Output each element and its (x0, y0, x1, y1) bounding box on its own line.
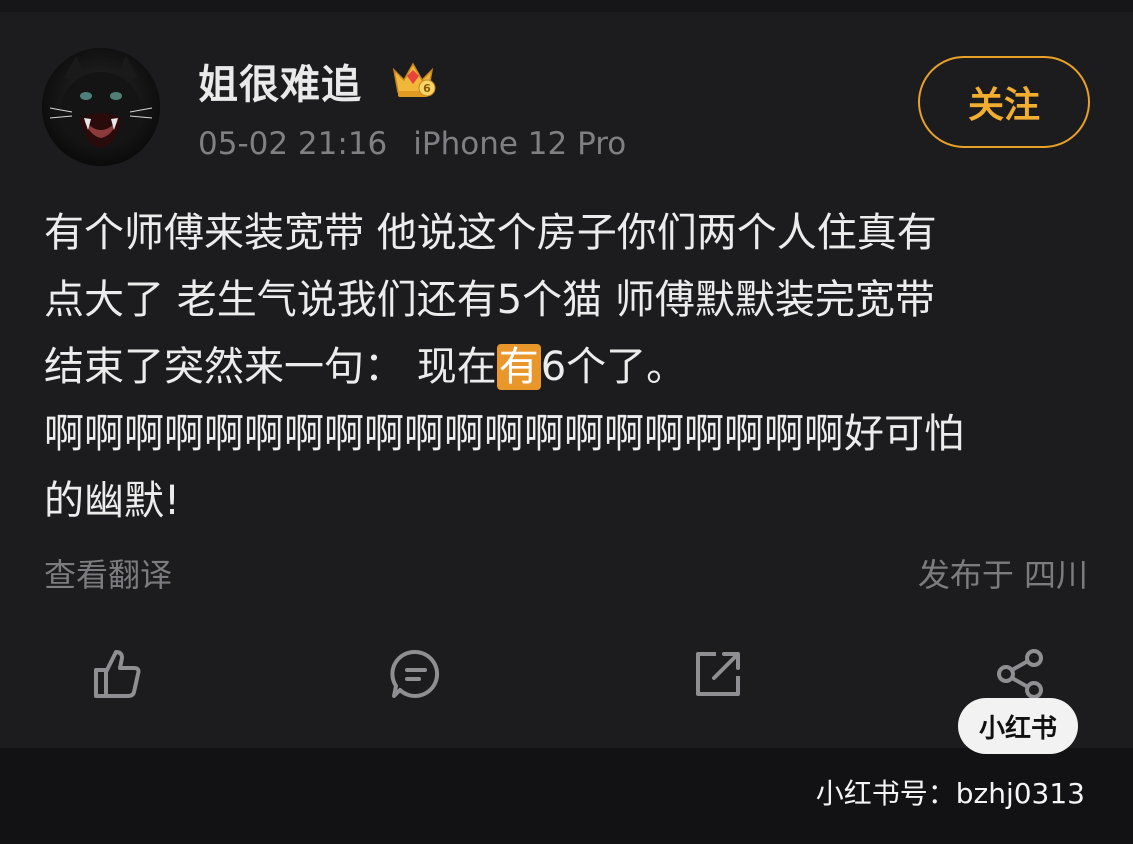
post-text: 有个师傅来装宽带 他说这个房子你们两个人住真有 点大了 老生气说我们还有5个猫 … (44, 200, 1094, 535)
location-label: 发布于 四川 (917, 556, 1088, 594)
post-line: 的幽默! (44, 478, 181, 524)
post-line-segment: 结束了突然来一句： 现在 (44, 344, 497, 390)
translate-link[interactable]: 查看翻译 (44, 550, 172, 596)
like-button[interactable] (86, 644, 146, 704)
comment-button[interactable] (386, 644, 446, 704)
follow-button[interactable]: 关注 (918, 56, 1090, 148)
post-line: 点大了 老生气说我们还有5个猫 师傅默默装完宽带 (44, 277, 935, 323)
post-time: 05-02 21:16 (198, 126, 388, 162)
repost-arrow-icon (696, 652, 740, 696)
crown-badge-icon[interactable]: 6 (390, 58, 436, 100)
post-meta: 05-02 21:16 iPhone 12 Pro (198, 126, 626, 162)
share-button[interactable] (990, 644, 1050, 704)
top-status-strip (0, 0, 1133, 12)
avatar[interactable] (42, 48, 160, 166)
watermark-logo: 小红书 (958, 698, 1078, 754)
post-line-segment: 6个了。 (540, 344, 687, 390)
username[interactable]: 姐很难追 (198, 52, 362, 110)
post-line: 啊啊啊啊啊啊啊啊啊啊啊啊啊啊啊啊啊啊啊啊好可怕 (44, 411, 964, 457)
post-line: 结束了突然来一句： 现在有6个了。 (44, 334, 1094, 401)
repost-button[interactable] (688, 644, 748, 704)
post-device: iPhone 12 Pro (413, 126, 627, 162)
thumbs-up-icon (94, 650, 141, 698)
post-line: 有个师傅来装宽带 他说这个房子你们两个人住真有 (44, 210, 937, 256)
highlighted-word: 有 (496, 344, 541, 390)
stats-bar-cutoff (0, 826, 1133, 844)
badge-level: 6 (423, 82, 431, 95)
comment-bubble-icon (390, 649, 440, 698)
share-nodes-icon (997, 649, 1043, 699)
watermark-id: 小红书号：bzhj0313 (815, 777, 1085, 810)
